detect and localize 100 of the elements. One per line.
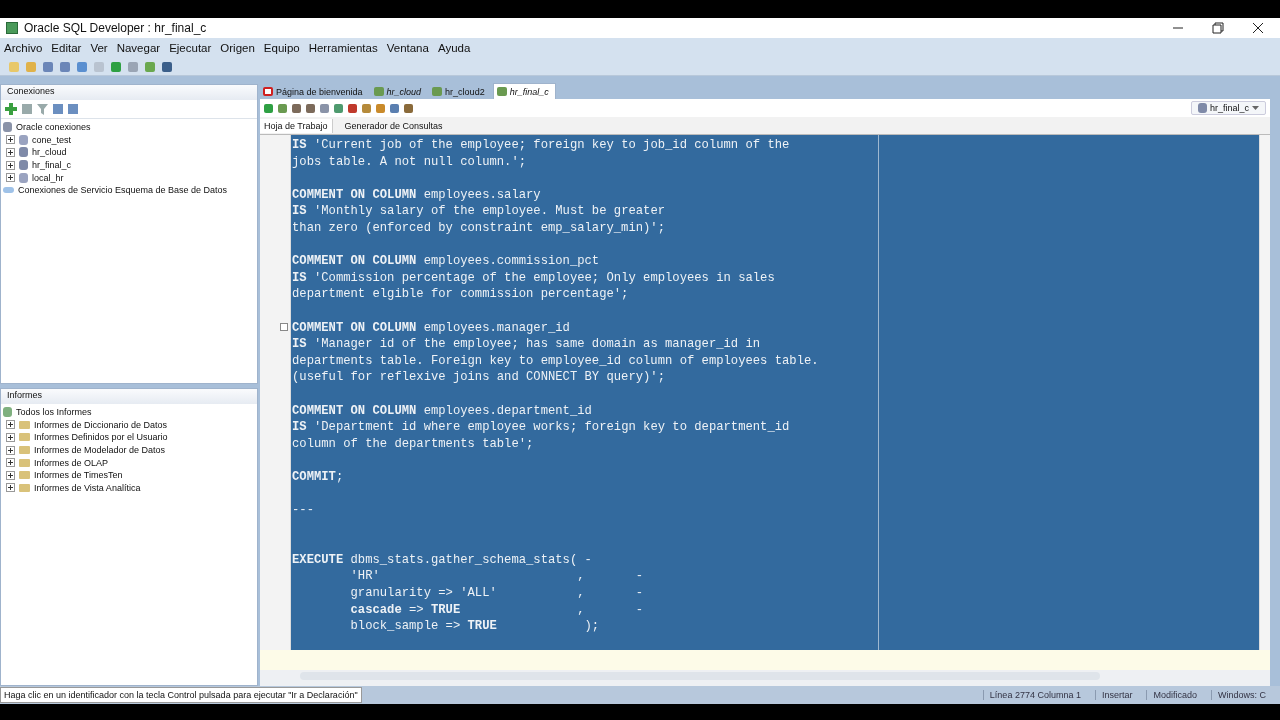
code-line: COMMENT ON COLUMN employees.department_id	[292, 403, 592, 418]
vertical-scrollbar[interactable]	[1259, 135, 1270, 650]
app-icon	[6, 22, 18, 34]
code-line: COMMENT ON COLUMN employees.salary	[292, 187, 541, 202]
code-line: IS 'Current job of the employee; foreign key to job_id column of the	[292, 138, 790, 152]
expand-icon[interactable]	[6, 458, 15, 468]
expand-icon[interactable]	[6, 433, 15, 442]
menu-item[interactable]: Archivo	[4, 42, 43, 54]
connection-selector[interactable]: hr_final_c	[1190, 101, 1266, 115]
restore-icon[interactable]	[1212, 22, 1224, 34]
database-icon	[19, 147, 28, 158]
code-line: EXECUTE dbms_stats.gather_schema_stats( -	[292, 552, 592, 567]
folder-icon	[19, 420, 30, 429]
code-line: column of the departments table';	[292, 436, 534, 451]
database-icon	[19, 134, 28, 145]
menu-item[interactable]: Ayuda	[437, 42, 471, 54]
expand-icon[interactable]	[6, 135, 15, 145]
folder-icon	[19, 483, 30, 492]
code-line: ---	[292, 503, 314, 518]
tree-item[interactable]: hr_cloud	[32, 147, 67, 158]
tree-item[interactable]: Conexiones de Servicio Esquema de Base de Datos	[18, 185, 228, 196]
toolbar-icon[interactable]	[162, 61, 172, 72]
sub-tab[interactable]: Hoja de Trabajo	[260, 118, 333, 133]
fold-icon[interactable]	[280, 322, 288, 331]
connection-icon	[496, 87, 507, 96]
code-line: granularity => 'ALL' , -	[349, 586, 644, 601]
menu-item[interactable]: Ver	[90, 42, 108, 54]
tree-item[interactable]: local_hr	[32, 172, 64, 183]
sub-tab[interactable]: Generador de Consultas	[340, 118, 447, 133]
status-item: Línea 2774 Columna 1	[982, 690, 1095, 700]
tree-item[interactable]: cone_test	[32, 134, 72, 145]
code-line: COMMIT;	[292, 469, 344, 484]
menu-item[interactable]: Equipo	[263, 42, 300, 54]
toolbar-icon[interactable]	[111, 61, 121, 72]
connection-icon	[373, 87, 384, 96]
editor-tab[interactable]: Página de bienvenida	[260, 84, 369, 99]
code-line: COMMENT ON COLUMN employees.manager_id	[292, 320, 570, 335]
tree-item[interactable]: Informes de OLAP	[34, 457, 109, 468]
add-icon[interactable]	[5, 103, 17, 115]
editor-tab[interactable]: hr_final_c	[492, 83, 556, 99]
database-icon	[3, 122, 12, 133]
expand-icon[interactable]	[6, 173, 15, 183]
cloud-icon	[3, 187, 14, 194]
menu-item[interactable]: Navegar	[116, 42, 161, 54]
expand-icon[interactable]	[6, 445, 15, 455]
code-line: cascade => TRUE , -	[349, 602, 644, 617]
expand-icon[interactable]	[6, 148, 15, 157]
status-item: Windows: C	[1211, 690, 1280, 700]
toolbar-icon[interactable]	[60, 61, 70, 72]
code-line: COMMENT ON COLUMN employees.commission_pct	[292, 254, 600, 269]
menu-item[interactable]: Editar	[51, 42, 82, 54]
code-line: IS 'Manager id of the employee; has same domain as manager_id in	[292, 337, 761, 352]
caret-icon	[1252, 106, 1259, 110]
panel-title: Conexiones	[7, 86, 55, 96]
expand-icon[interactable]	[6, 470, 15, 480]
code-line: IS 'Commission percentage of the employee; Only employees in sales	[292, 270, 775, 285]
expand-icon[interactable]	[6, 420, 15, 430]
code-line: IS 'Department id where employee works; foreign key to department_id	[292, 420, 790, 435]
tree-item[interactable]: Todos los Informes	[16, 407, 92, 418]
code-editor[interactable]	[260, 135, 1259, 650]
code-line: IS 'Monthly salary of the employee. Must be greater	[292, 204, 665, 219]
folder-icon	[19, 433, 30, 442]
status-item: Insertar	[1094, 690, 1147, 700]
expand-icon[interactable]	[6, 160, 15, 170]
tree-item[interactable]: Informes de Diccionario de Datos	[34, 419, 168, 430]
status-item: Modificado	[1146, 690, 1211, 700]
toolbar-icon[interactable]	[43, 61, 53, 72]
database-icon	[19, 172, 28, 183]
window-title: Oracle SQL Developer : hr_final_c	[24, 21, 207, 35]
code-line: than zero (enforced by constraint emp_salary_min)';	[292, 220, 665, 235]
menu-item[interactable]: Ejecutar	[169, 42, 212, 54]
tree-item[interactable]: Informes Definidos por el Usuario	[34, 432, 168, 443]
folder-icon	[19, 471, 30, 480]
code-line: departments table. Foreign key to employee_id column of employees table.	[292, 353, 819, 368]
code-line: department elgible for commission percentage';	[292, 287, 629, 302]
tree-item[interactable]: hr_final_c	[32, 160, 72, 171]
tree-item[interactable]: Informes de TimesTen	[34, 470, 123, 481]
filter-icon[interactable]	[37, 103, 48, 115]
tree-item[interactable]: Oracle conexiones	[16, 122, 91, 133]
reports-icon	[3, 407, 12, 418]
tree-item[interactable]: Informes de Vista Analítica	[34, 482, 141, 493]
editor-tab[interactable]: hr_cloud2	[429, 84, 491, 99]
code-line: jobs table. A not null column.';	[292, 154, 527, 169]
code-line: block_sample => TRUE );	[349, 619, 600, 634]
connection-icon	[432, 87, 443, 96]
code-line: (useful for reflexive joins and CONNECT BY query)';	[292, 370, 665, 385]
menu-item[interactable]: Origen	[220, 42, 255, 54]
editor-tab[interactable]: hr_cloud	[370, 84, 428, 99]
oracle-icon	[263, 87, 273, 96]
menu-item[interactable]: Herramientas	[308, 42, 378, 54]
expand-icon[interactable]	[6, 483, 15, 493]
folder-icon	[19, 458, 30, 467]
close-icon[interactable]	[1252, 22, 1264, 34]
toolbar-icon[interactable]	[77, 61, 87, 72]
database-icon	[19, 160, 28, 171]
tree-item[interactable]: Informes de Modelador de Datos	[34, 445, 166, 456]
code-line: 'HR' , -	[349, 569, 644, 584]
folder-icon	[19, 446, 30, 455]
panel-title: Informes	[7, 390, 42, 400]
menu-item[interactable]: Ventana	[386, 42, 429, 54]
